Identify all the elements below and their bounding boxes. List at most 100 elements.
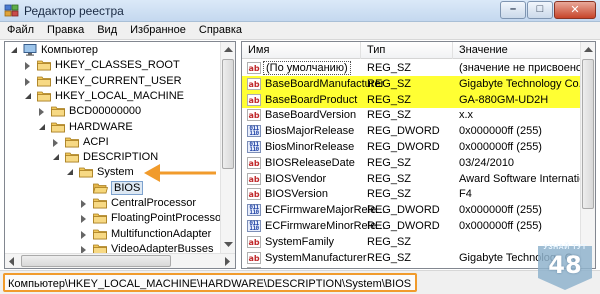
watermark-text: УЗНАЙ ТУТ	[543, 244, 587, 251]
value-data: Award Software International	[459, 172, 596, 185]
column-divider[interactable]	[360, 42, 361, 59]
folder-icon	[93, 213, 107, 224]
maximize-icon: □	[536, 3, 544, 15]
tree-node-label[interactable]: DESCRIPTION	[83, 151, 158, 163]
column-data[interactable]: Значение	[459, 44, 508, 56]
string-value-icon: ab	[247, 235, 261, 248]
tree-node-label[interactable]: HARDWARE	[69, 121, 133, 133]
tree-node-label[interactable]: BIOS	[111, 180, 144, 195]
key-path: Компьютер\HKEY_LOCAL_MACHINE\HARDWARE\DE…	[3, 273, 418, 292]
tree-node-label[interactable]: MultifunctionAdapter	[111, 228, 211, 240]
collapsed-arrow-icon[interactable]	[25, 77, 30, 86]
expanded-arrow-icon[interactable]	[11, 47, 17, 53]
scroll-down-icon[interactable]	[224, 242, 233, 248]
expanded-arrow-icon[interactable]	[25, 92, 31, 99]
minimize-button[interactable]: –	[500, 1, 526, 19]
tree-node-label[interactable]: CentralProcessor	[111, 197, 196, 209]
folder-icon	[93, 229, 107, 239]
value-type: REG_SZ	[367, 235, 412, 248]
collapsed-arrow-icon[interactable]	[39, 108, 44, 117]
value-row[interactable]: ab (По умолчанию) REG_SZ (значение не присв…	[242, 60, 595, 76]
value-row[interactable]: 011 110 BiosMajorRelease REG_DWORD 0x000000f…	[242, 123, 595, 139]
column-type[interactable]: Тип	[367, 44, 385, 56]
value-type: REG_SZ	[367, 77, 412, 90]
tree-node-label[interactable]: HKEY_CLASSES_ROOT	[55, 59, 180, 71]
tree-node-label[interactable]: BCD00000000	[69, 105, 141, 117]
value-data: 0x000000ff (255)	[459, 204, 542, 217]
tree-node-label[interactable]: HKEY_CURRENT_USER	[55, 75, 182, 87]
folder-icon	[65, 137, 79, 148]
value-row[interactable]: 011 110 ECFirmwareMajorRele... REG_DWORD 0x0…	[242, 202, 595, 218]
binary-value-icon: 011 110	[247, 220, 261, 232]
menu-edit[interactable]: Правка	[40, 22, 90, 40]
scroll-right-icon[interactable]	[225, 257, 231, 266]
maximize-button[interactable]: □	[527, 1, 553, 19]
value-row[interactable]: ab BaseBoardVersion REG_SZ x.x	[242, 107, 595, 123]
value-type: REG_SZ	[367, 267, 411, 268]
expanded-arrow-icon[interactable]	[67, 169, 73, 176]
values-scrollbar[interactable]	[580, 42, 595, 268]
values-list[interactable]: Имя Тип Значение ab (По умолчанию) REG_SZ(…	[241, 41, 596, 269]
value-row[interactable]: ab BIOSVendor REG_SZ Award Software Interna…	[242, 171, 596, 187]
menu-file[interactable]: Файл	[0, 22, 40, 40]
scroll-up-icon[interactable]	[584, 47, 593, 53]
value-row[interactable]: ab BaseBoardProduct REG_SZ GA-880GM-UD2H	[242, 91, 595, 108]
expanded-arrow-icon[interactable]	[53, 154, 59, 161]
value-row[interactable]: ab BIOSVersion REG_SZ F4	[242, 186, 595, 202]
registry-tree[interactable]: Компьютер HKEY_CLASSES_ROOT HKEY_CURRENT_U…	[4, 41, 236, 269]
scrollbar-thumb[interactable]	[582, 59, 594, 209]
collapsed-arrow-icon[interactable]	[81, 215, 86, 224]
scrollbar-thumb[interactable]	[222, 59, 234, 169]
annotation-arrow	[144, 164, 216, 182]
string-value-icon: ab	[247, 172, 261, 185]
menu-favorites[interactable]: Избранное	[123, 22, 192, 40]
tree-node-label[interactable]: HKEY_LOCAL_MACHINE	[55, 90, 184, 102]
collapsed-arrow-icon[interactable]	[81, 200, 86, 208]
folder-icon	[51, 106, 65, 117]
menu-view[interactable]: Вид	[90, 22, 123, 40]
value-type: REG_SZ	[367, 172, 412, 185]
close-icon: ✕	[570, 4, 580, 16]
scroll-left-icon[interactable]	[9, 257, 15, 266]
binary-value-icon: 011 110	[247, 204, 261, 217]
value-type: REG_SZ	[367, 188, 412, 201]
value-type: REG_SZ	[367, 156, 412, 169]
tree-node-label[interactable]: System	[97, 166, 134, 178]
string-value-icon: ab	[247, 77, 261, 90]
value-name: BiosMajorRelease	[265, 125, 355, 138]
string-value-icon: ab	[247, 93, 261, 106]
tree-node-label[interactable]: FloatingPointProcessor	[111, 212, 225, 224]
string-value-icon: ab	[247, 156, 261, 169]
registry-editor-icon	[4, 4, 19, 17]
value-row[interactable]: ab BIOSReleaseDate REG_SZ 03/24/2010	[242, 155, 595, 171]
value-row[interactable]: 011 110 BiosMinorRelease REG_DWORD 0x000000f…	[242, 139, 595, 155]
tree-node-label[interactable]: Компьютер	[41, 44, 98, 56]
tree-node-label[interactable]: ACPI	[83, 136, 109, 148]
minimize-icon: –	[509, 3, 517, 15]
collapsed-arrow-icon[interactable]	[81, 230, 86, 239]
column-divider[interactable]	[452, 42, 453, 59]
folder-icon	[37, 76, 51, 86]
string-value-icon: ab	[247, 267, 261, 268]
value-row[interactable]: 011 110 ECFirmwareMinorRele... REG_DWORD 0x0…	[242, 218, 595, 234]
collapsed-arrow-icon[interactable]	[53, 138, 58, 147]
value-type: REG_SZ	[367, 62, 412, 74]
scroll-up-icon[interactable]	[224, 47, 233, 53]
folder-icon	[65, 152, 79, 163]
menu-help[interactable]: Справка	[192, 22, 248, 40]
column-name[interactable]: Имя	[248, 44, 269, 56]
value-name: BIOSVendor	[265, 172, 327, 185]
value-type: REG_DWORD	[367, 204, 440, 217]
value-row[interactable]: ab BaseBoardManufacturer REG_SZ Gigabyte Te…	[242, 75, 596, 92]
scrollbar-thumb[interactable]	[21, 255, 171, 267]
folder-icon	[37, 60, 51, 71]
close-button[interactable]: ✕	[554, 1, 596, 19]
tree-horizontal-scrollbar[interactable]	[5, 253, 235, 268]
tree-vertical-scrollbar[interactable]	[220, 42, 235, 253]
expanded-arrow-icon[interactable]	[39, 123, 45, 130]
value-data: Gigabyte Technology Co., Ltd	[459, 77, 596, 90]
collapsed-arrow-icon[interactable]	[25, 62, 30, 71]
string-value-icon: ab	[247, 109, 261, 122]
title-bar: Редактор реестра – □ ✕	[0, 0, 600, 22]
folder-icon	[79, 167, 93, 178]
